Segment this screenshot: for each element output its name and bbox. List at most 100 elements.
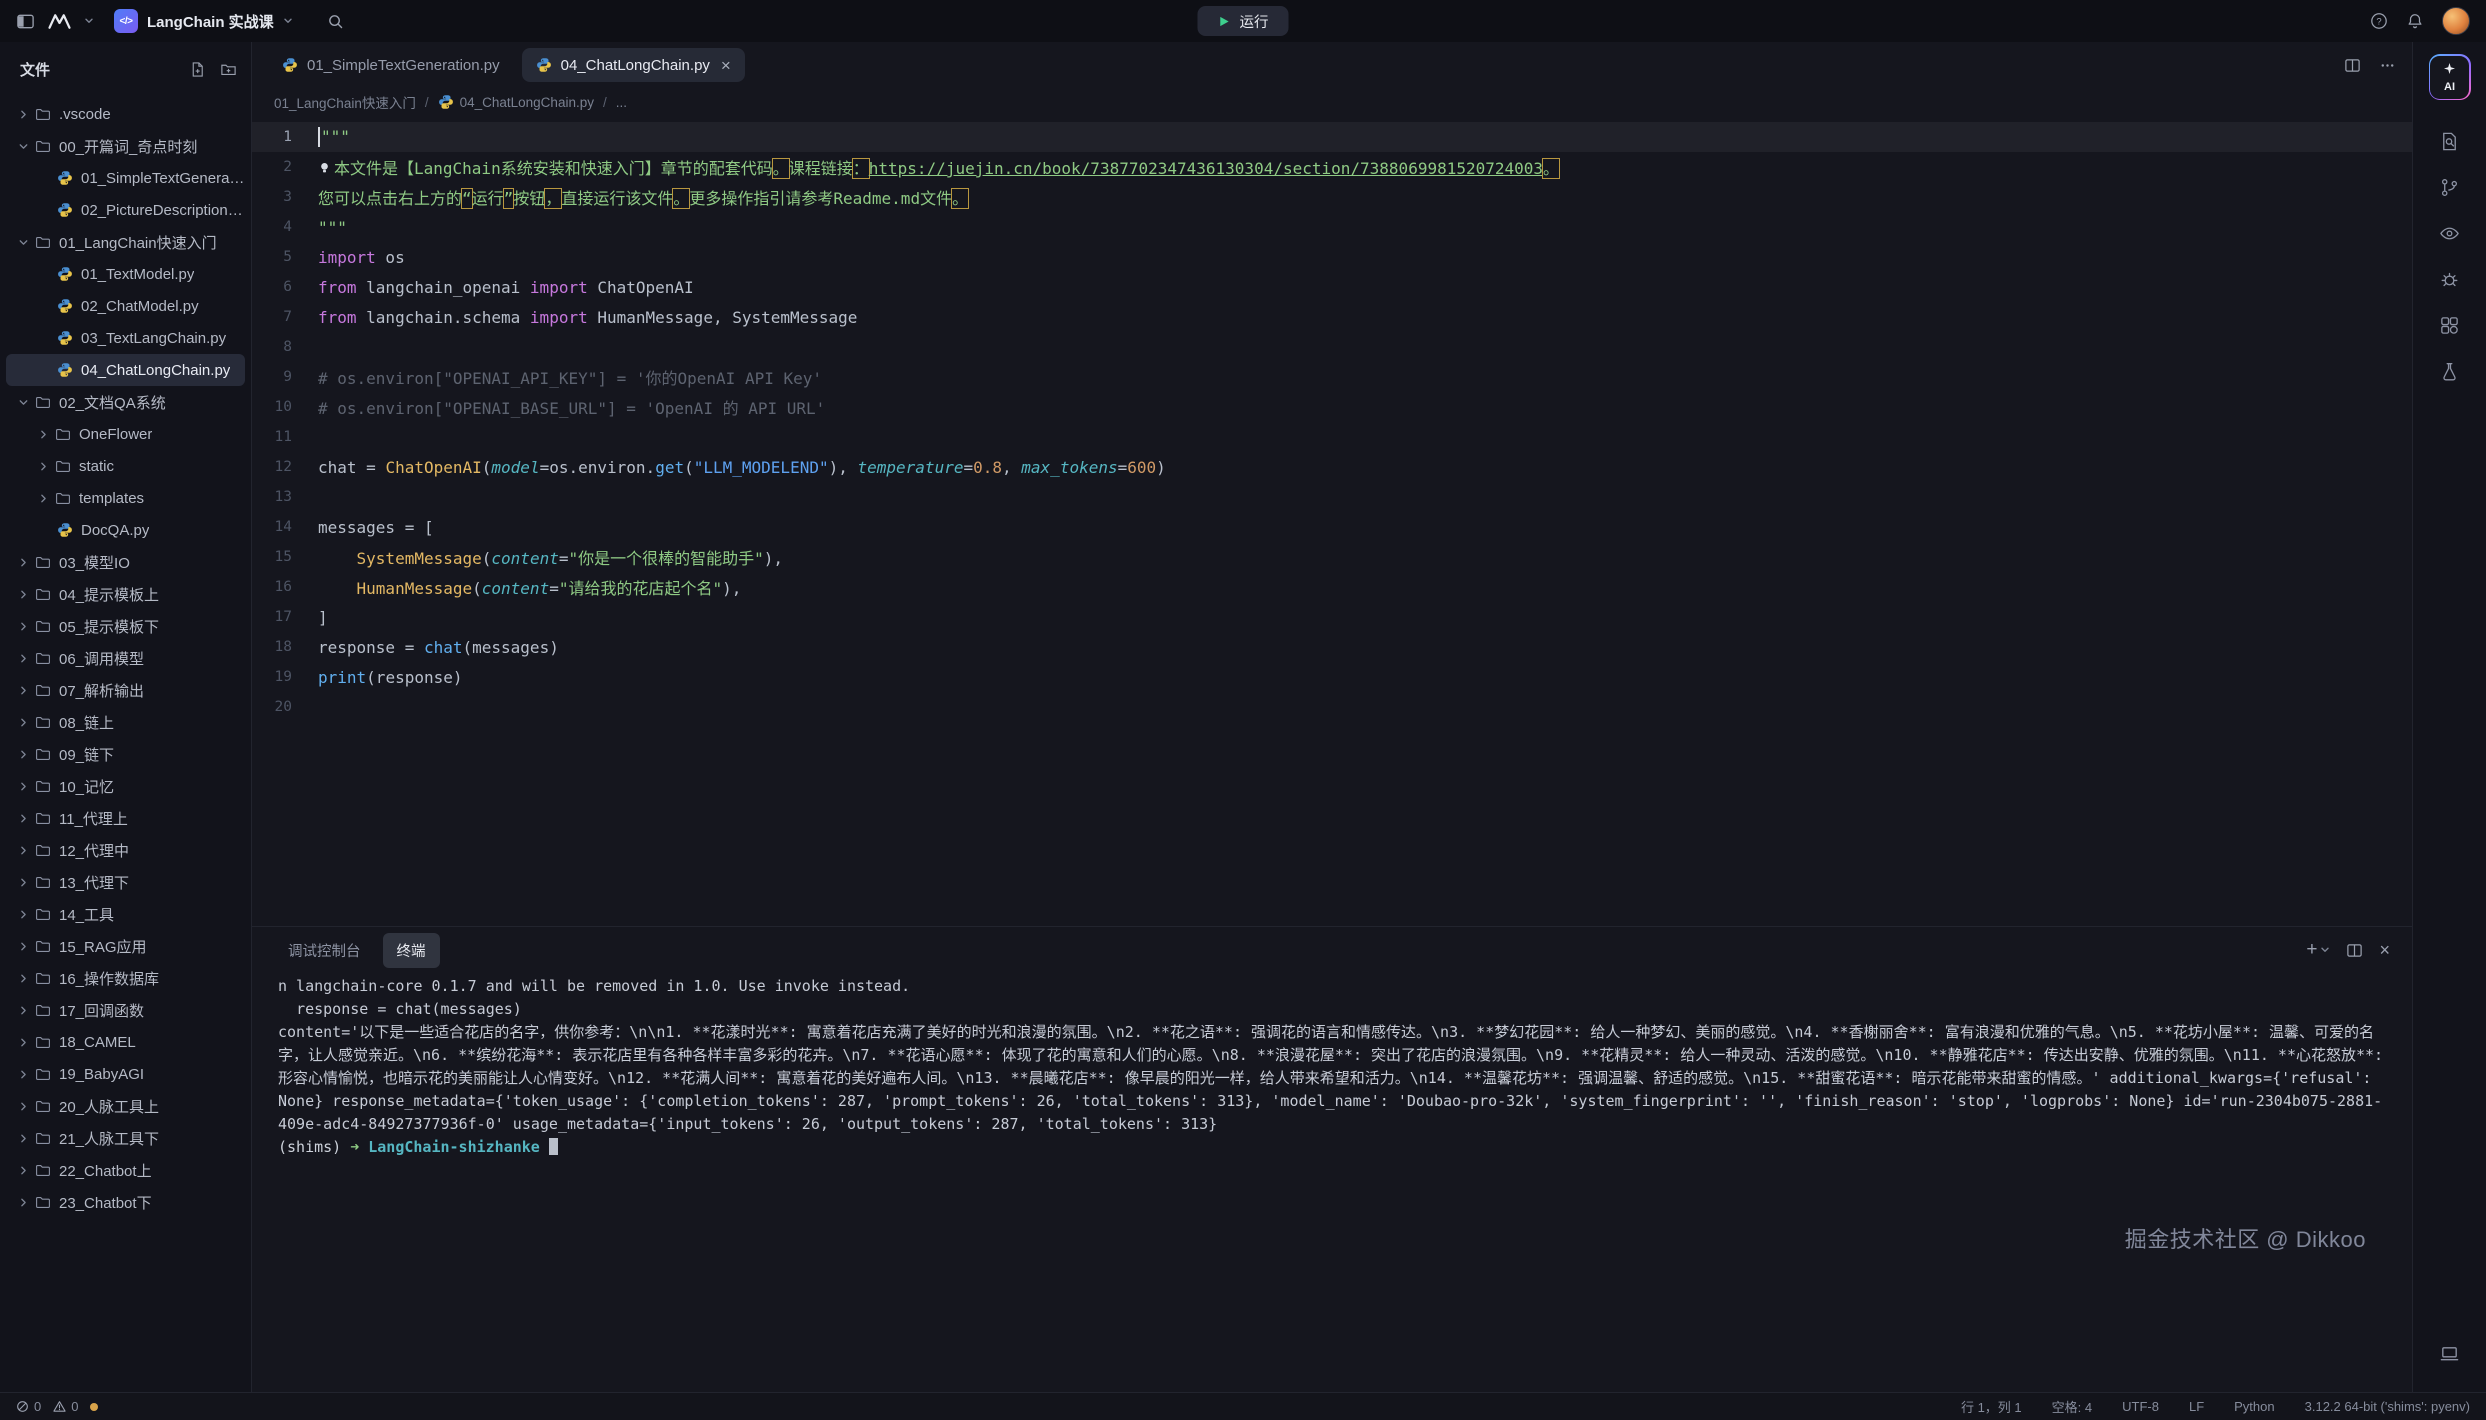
code-text: import os <box>318 248 405 267</box>
tree-folder[interactable]: 07_解析输出 <box>6 674 245 706</box>
terminal-output[interactable]: n langchain-core 0.1.7 and will be remov… <box>252 973 2412 1392</box>
new-file-icon[interactable] <box>189 61 206 78</box>
app-logo-icon[interactable] <box>47 12 72 31</box>
tree-folder[interactable]: 10_记忆 <box>6 770 245 802</box>
new-folder-icon[interactable] <box>220 61 237 78</box>
statusbar-item[interactable]: 行 1，列 1 <box>1961 1397 2022 1416</box>
statusbar-item[interactable]: UTF-8 <box>2122 1399 2159 1414</box>
more-actions-icon[interactable] <box>2379 57 2396 74</box>
tree-folder[interactable]: 00_开篇词_奇点时刻 <box>6 130 245 162</box>
code-icon: </> <box>114 9 138 33</box>
tree-folder[interactable]: static <box>6 450 245 482</box>
breadcrumb-item[interactable]: ... <box>616 95 627 110</box>
code-text: """ <box>318 127 350 148</box>
chevron-icon <box>14 780 32 793</box>
workspace-switcher[interactable]: </> LangChain 实战课 <box>106 5 301 37</box>
tree-folder[interactable]: 06_调用模型 <box>6 642 245 674</box>
code-token: temperature <box>858 458 964 477</box>
statusbar-item[interactable]: LF <box>2189 1399 2204 1414</box>
tree-folder[interactable]: 20_人脉工具上 <box>6 1090 245 1122</box>
close-panel-icon[interactable]: × <box>2379 940 2390 961</box>
file-label: 02_文档QA系统 <box>59 392 166 413</box>
tree-folder[interactable]: 05_提示模板下 <box>6 610 245 642</box>
chevron-icon <box>14 1132 32 1145</box>
tree-folder[interactable]: 16_操作数据库 <box>6 962 245 994</box>
ai-chat-button[interactable]: AI <box>2429 54 2471 100</box>
tree-folder[interactable]: 23_Chatbot下 <box>6 1186 245 1218</box>
code-token: 按钮 <box>513 189 545 208</box>
run-button[interactable]: 运行 <box>1198 6 1289 36</box>
tree-file[interactable]: 04_ChatLongChain.py <box>6 354 245 386</box>
tree-file[interactable]: 01_TextModel.py <box>6 258 245 290</box>
new-terminal-button[interactable]: + <box>2306 939 2330 961</box>
close-tab-icon[interactable]: × <box>721 57 731 74</box>
tree-folder[interactable]: 14_工具 <box>6 898 245 930</box>
code-text: messages = [ <box>318 518 434 537</box>
terminal-tab[interactable]: 调试控制台 <box>274 933 375 968</box>
tree-folder[interactable]: 13_代理下 <box>6 866 245 898</box>
tree-folder[interactable]: OneFlower <box>6 418 245 450</box>
line-number: 17 <box>252 609 318 625</box>
tree-file[interactable]: 03_TextLangChain.py <box>6 322 245 354</box>
python-icon <box>54 298 76 314</box>
test-flask-icon[interactable] <box>2428 350 2472 392</box>
tree-folder[interactable]: templates <box>6 482 245 514</box>
folder-icon <box>32 810 54 826</box>
terminal-tab[interactable]: 终端 <box>383 933 440 968</box>
code-token: model <box>491 458 539 477</box>
bell-icon[interactable] <box>2406 12 2424 30</box>
tree-folder[interactable]: 17_回调函数 <box>6 994 245 1026</box>
code-text: from langchain.schema import HumanMessag… <box>318 308 857 327</box>
tree-folder[interactable]: 21_人脉工具下 <box>6 1122 245 1154</box>
source-control-icon[interactable] <box>2428 166 2472 208</box>
lightbulb-icon[interactable] <box>318 161 331 174</box>
tree-folder[interactable]: 02_文档QA系统 <box>6 386 245 418</box>
code-area[interactable]: 1"""2本文件是【LangChain系统安装和快速入门】章节的配套代码。课程链… <box>252 116 2412 926</box>
tree-folder[interactable]: .vscode <box>6 98 245 130</box>
code-link[interactable]: https://juejin.cn/book/73877023474361303… <box>869 159 1543 178</box>
tree-folder[interactable]: 12_代理中 <box>6 834 245 866</box>
file-search-icon[interactable] <box>2428 120 2472 162</box>
tree-folder[interactable]: 19_BabyAGI <box>6 1058 245 1090</box>
folder-icon <box>32 1002 54 1018</box>
tree-file[interactable]: 02_PictureDescription.py <box>6 194 245 226</box>
terminal-header: 调试控制台终端 + × <box>252 927 2412 973</box>
tree-file[interactable]: 01_SimpleTextGeneration.py <box>6 162 245 194</box>
search-icon[interactable] <box>327 13 344 30</box>
split-editor-icon[interactable] <box>2344 57 2361 74</box>
breadcrumb-item[interactable]: 04_ChatLongChain.py <box>438 94 594 110</box>
user-avatar[interactable] <box>2442 7 2470 35</box>
tree-folder[interactable]: 04_提示模板上 <box>6 578 245 610</box>
code-text: # os.environ["OPENAI_BASE_URL"] = 'OpenA… <box>318 395 825 419</box>
warnings-indicator[interactable]: 0 <box>53 1399 78 1414</box>
code-token: 更多操作指引请参考Readme.md文件 <box>689 189 952 208</box>
statusbar-item[interactable]: Python <box>2234 1399 2274 1414</box>
sidebar-toggle-icon[interactable] <box>16 12 35 31</box>
code-line: 4""" <box>252 212 2412 242</box>
breadcrumb-item[interactable]: 01_LangChain快速入门 <box>274 92 416 112</box>
statusbar-item[interactable]: 3.12.2 64-bit ('shims': pyenv) <box>2305 1399 2470 1414</box>
help-icon[interactable]: ? <box>2370 12 2388 30</box>
editor-tab[interactable]: 01_SimpleTextGeneration.py <box>268 48 514 82</box>
debug-bug-icon[interactable] <box>2428 258 2472 300</box>
statusbar-item[interactable]: 空格: 4 <box>2052 1397 2092 1416</box>
tree-file[interactable]: 02_ChatModel.py <box>6 290 245 322</box>
editor-tab[interactable]: 04_ChatLongChain.py× <box>522 48 745 82</box>
tree-file[interactable]: DocQA.py <box>6 514 245 546</box>
tree-folder[interactable]: 11_代理上 <box>6 802 245 834</box>
terminal-prompt[interactable]: (shims)➜LangChain-shizhanke <box>278 1136 2384 1159</box>
tree-folder[interactable]: 03_模型IO <box>6 546 245 578</box>
tree-folder[interactable]: 22_Chatbot上 <box>6 1154 245 1186</box>
chevron-down-icon[interactable] <box>84 16 94 26</box>
tree-folder[interactable]: 18_CAMEL <box>6 1026 245 1058</box>
tree-folder[interactable]: 09_链下 <box>6 738 245 770</box>
tree-folder[interactable]: 15_RAG应用 <box>6 930 245 962</box>
remote-window-icon[interactable] <box>2428 1332 2472 1374</box>
code-line: 1""" <box>252 122 2412 152</box>
errors-indicator[interactable]: 0 <box>16 1399 41 1414</box>
extensions-grid-icon[interactable] <box>2428 304 2472 346</box>
tree-folder[interactable]: 01_LangChain快速入门 <box>6 226 245 258</box>
split-terminal-icon[interactable] <box>2346 942 2363 959</box>
tree-folder[interactable]: 08_链上 <box>6 706 245 738</box>
preview-eye-icon[interactable] <box>2428 212 2472 254</box>
